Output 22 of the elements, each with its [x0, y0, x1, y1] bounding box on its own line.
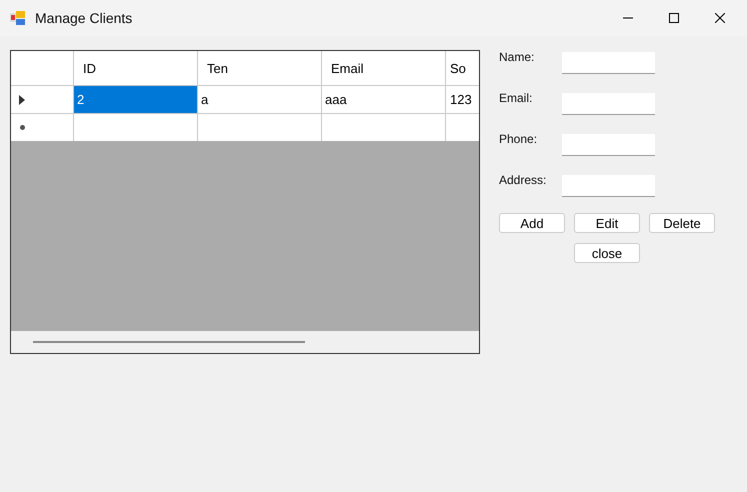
input-field[interactable] — [562, 175, 655, 197]
table-cell[interactable]: 2 — [74, 86, 198, 113]
input-field[interactable] — [562, 52, 655, 74]
field-label: Phone: — [499, 132, 538, 146]
column-header[interactable]: So — [446, 51, 475, 85]
close-icon[interactable] — [715, 13, 725, 23]
field-label: Email: — [499, 91, 534, 105]
action-button[interactable]: Edit — [574, 213, 640, 233]
window-title: Manage Clients — [35, 10, 132, 26]
new-row-icon — [19, 124, 26, 131]
input-field[interactable] — [562, 93, 655, 115]
maximize-icon[interactable] — [669, 13, 679, 23]
app-icon — [10, 10, 26, 26]
action-button[interactable]: Delete — [649, 213, 715, 233]
action-button[interactable]: Add — [499, 213, 565, 233]
field-label: Name: — [499, 50, 536, 64]
close-button[interactable]: close — [574, 243, 640, 263]
table-cell[interactable]: 123 — [446, 86, 475, 113]
current-row-icon — [19, 94, 25, 104]
scrollbar-thumb[interactable] — [33, 341, 305, 343]
field-label: Address: — [499, 173, 548, 187]
input-field[interactable] — [562, 134, 655, 156]
